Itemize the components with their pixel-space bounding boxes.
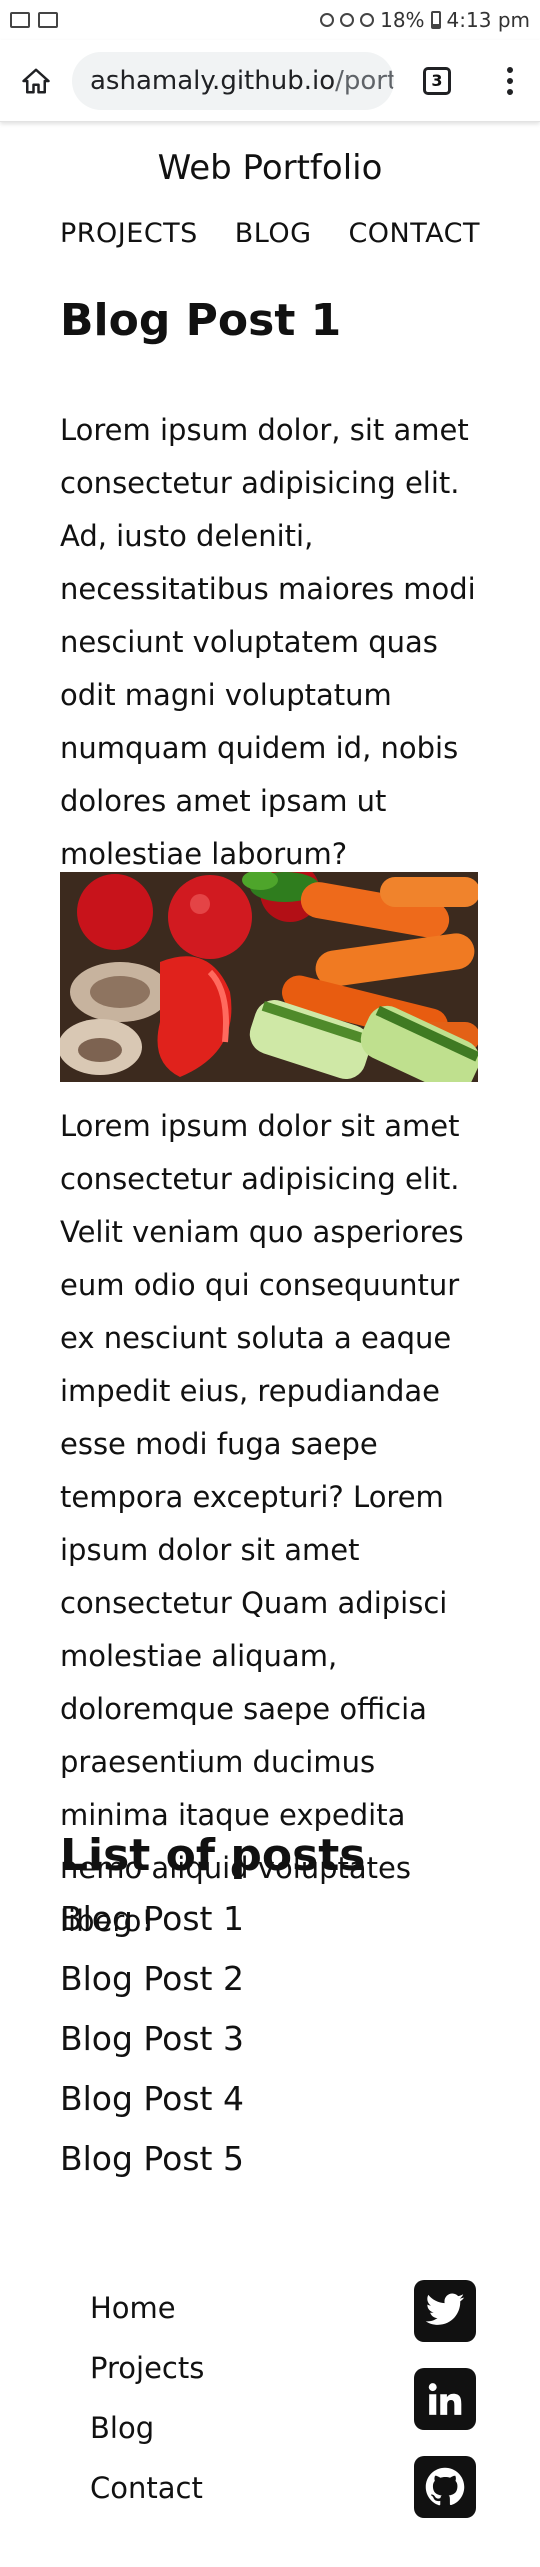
tab-count: 3 xyxy=(423,66,451,95)
post-link-5[interactable]: Blog Post 5 xyxy=(60,2129,244,2189)
footer-link-contact[interactable]: Contact xyxy=(90,2458,204,2518)
home-icon xyxy=(22,68,50,93)
more-icon-dot xyxy=(507,77,513,84)
more-icon-dot xyxy=(507,88,513,95)
status-bar: 18% 4:13 pm xyxy=(0,0,540,40)
clock: 4:13 pm xyxy=(446,8,530,32)
url-path: /portfolio xyxy=(335,65,394,96)
post-paragraph-2: Lorem ipsum dolor sit amet consectetur a… xyxy=(60,1109,464,1938)
site-title: Web Portfolio xyxy=(157,148,383,188)
battery-percent: 18% xyxy=(380,8,425,32)
browser-menu-button[interactable] xyxy=(480,40,540,122)
notification-icons xyxy=(10,12,58,28)
linkedin-icon xyxy=(428,2383,462,2415)
footer-link-blog[interactable]: Blog xyxy=(90,2398,204,2458)
post-link-1[interactable]: Blog Post 1 xyxy=(60,1889,244,1949)
post-paragraph: Lorem ipsum dolor, sit amet consectetur … xyxy=(60,413,476,871)
post-title: Blog Post 1 xyxy=(60,295,342,346)
github-icon xyxy=(425,2467,465,2506)
post-link-3[interactable]: Blog Post 3 xyxy=(60,2009,244,2069)
browser-toolbar: ashamaly.github.io/portfolio 3 xyxy=(0,40,540,122)
nav-blog[interactable]: BLOG xyxy=(235,218,312,249)
system-icons: 18% 4:13 pm xyxy=(320,8,530,32)
twitter-icon xyxy=(425,2293,465,2325)
post-link-4[interactable]: Blog Post 4 xyxy=(60,2069,244,2129)
nav-contact[interactable]: CONTACT xyxy=(348,218,480,249)
alarm-icon xyxy=(320,13,335,27)
vegetables-image xyxy=(60,872,478,1082)
linkedin-button[interactable] xyxy=(414,2368,476,2430)
url-host: ashamaly.github.io xyxy=(90,65,336,96)
post-list: Blog Post 1 Blog Post 2 Blog Post 3 Blog… xyxy=(60,1889,244,2189)
footer-link-home[interactable]: Home xyxy=(90,2278,204,2338)
tab-switcher-button[interactable]: 3 xyxy=(394,40,480,122)
main-nav: PROJECTS BLOG CONTACT xyxy=(60,218,480,249)
footer-link-projects[interactable]: Projects xyxy=(90,2338,204,2398)
github-button[interactable] xyxy=(414,2456,476,2518)
url-field[interactable]: ashamaly.github.io/portfolio xyxy=(72,51,394,110)
wifi-icon xyxy=(360,13,375,27)
vegetables-illustration xyxy=(60,872,478,1082)
nav-projects[interactable]: PROJECTS xyxy=(60,218,198,249)
gallery-icon xyxy=(10,12,30,28)
message-icon xyxy=(38,12,58,28)
twitter-button[interactable] xyxy=(414,2280,476,2342)
list-of-posts-heading: List of posts xyxy=(60,1830,366,1881)
footer-nav: Home Projects Blog Contact xyxy=(90,2278,204,2518)
more-icon xyxy=(507,66,513,73)
post-link-2[interactable]: Blog Post 2 xyxy=(60,1949,244,2009)
mute-icon xyxy=(340,13,355,27)
battery-icon xyxy=(430,11,441,29)
home-button[interactable] xyxy=(0,40,72,122)
